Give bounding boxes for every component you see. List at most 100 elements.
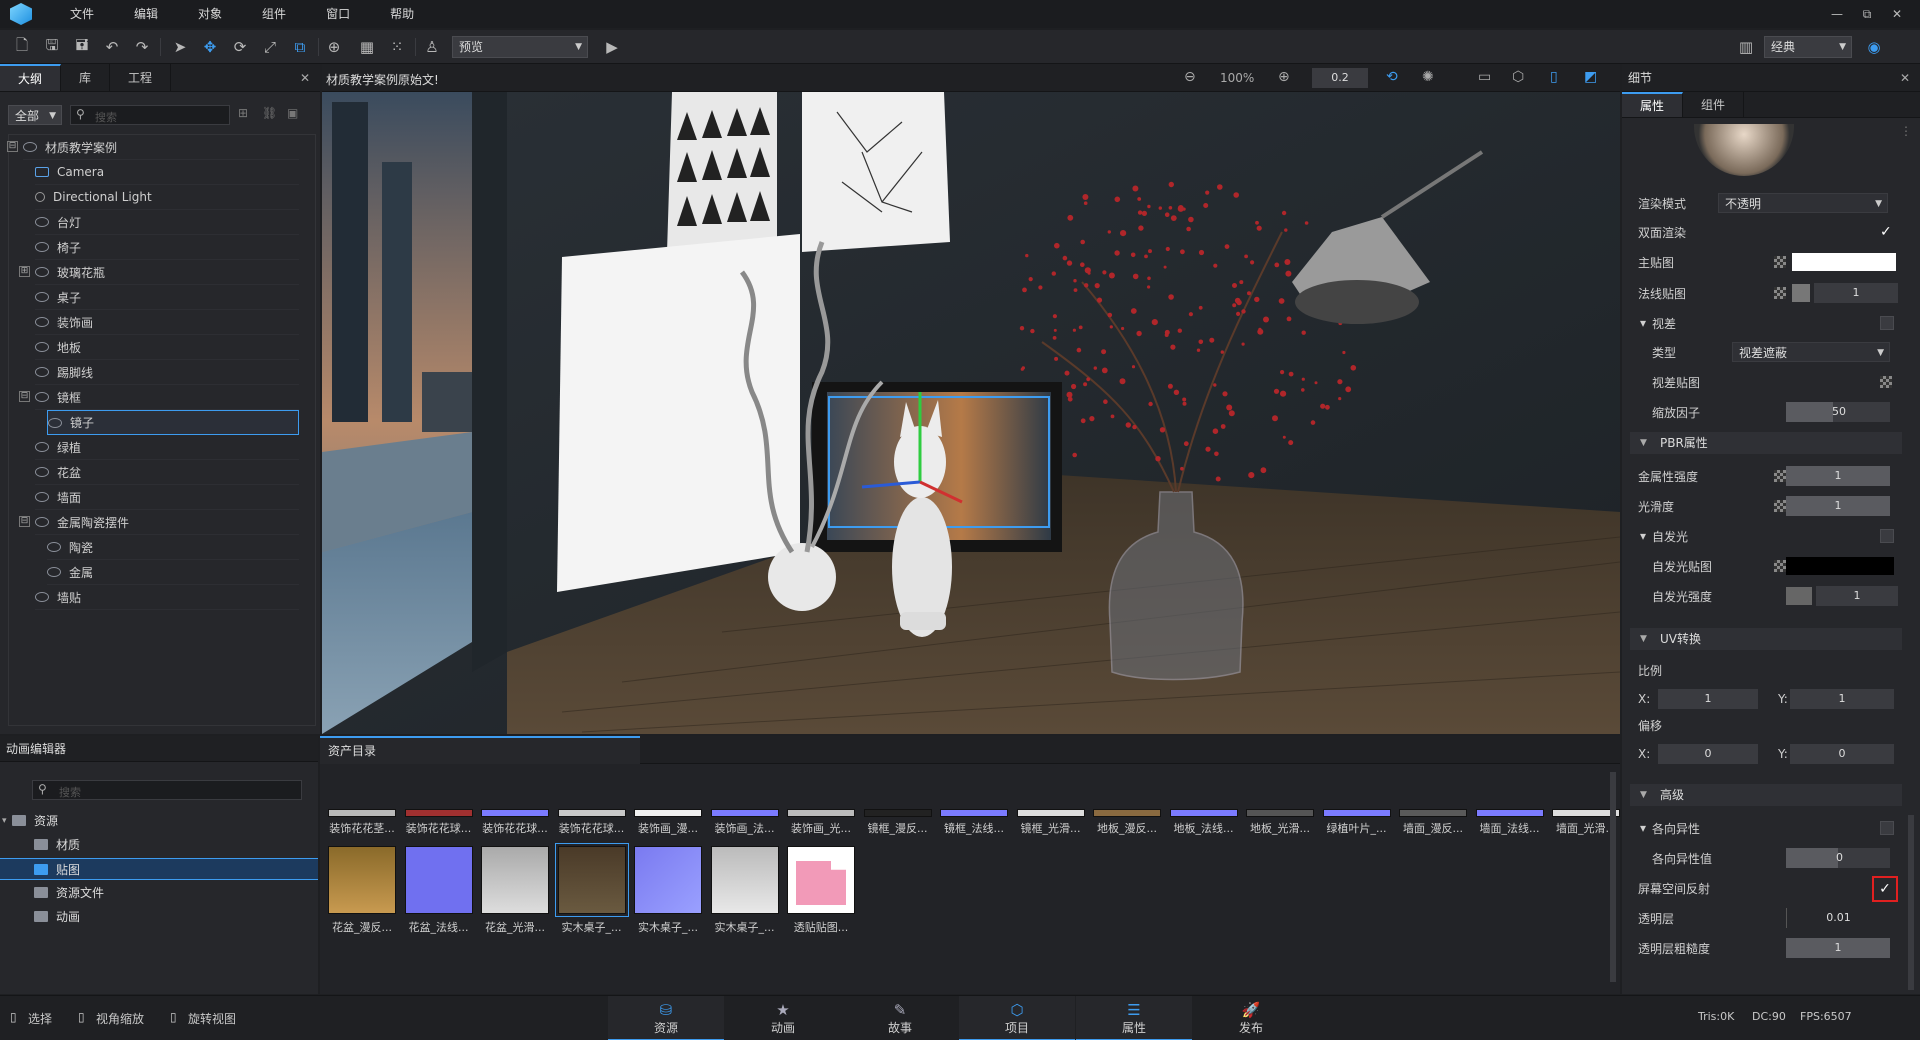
uv-scale-y-field[interactable]: 1 bbox=[1790, 689, 1894, 709]
parallax-map-picker-icon[interactable] bbox=[1880, 376, 1892, 388]
camera-sync-icon[interactable]: ⟲ bbox=[1386, 69, 1398, 85]
clearcoat-rough-slider[interactable]: 1 bbox=[1786, 938, 1890, 958]
tree-item[interactable]: 金属 bbox=[47, 560, 299, 585]
tree-item[interactable]: 镜子 bbox=[47, 410, 299, 435]
menu-object[interactable]: 对象 bbox=[178, 0, 242, 28]
asset-label[interactable]: 花盆_漫反... bbox=[325, 919, 399, 935]
close-window-button[interactable]: ✕ bbox=[1882, 0, 1912, 28]
render-mode-select[interactable]: 不透明 ▼ bbox=[1718, 193, 1888, 213]
asset-thumbnail[interactable] bbox=[554, 843, 629, 917]
tree-item[interactable]: 墙面 bbox=[35, 485, 299, 510]
tree-item[interactable]: 椅子 bbox=[35, 235, 299, 260]
normal-map-picker-icon[interactable] bbox=[1774, 287, 1786, 299]
metal-map-picker-icon[interactable] bbox=[1774, 470, 1786, 482]
asset-label[interactable]: 绿植叶片_... bbox=[1320, 820, 1394, 836]
account-icon[interactable]: ◉ bbox=[1862, 35, 1886, 59]
asset-label[interactable]: 实木桌子_... bbox=[631, 919, 705, 935]
asset-thumbnail[interactable] bbox=[710, 809, 779, 817]
expand-icon[interactable]: ▾ bbox=[1640, 316, 1646, 330]
tree-item[interactable]: Camera bbox=[35, 160, 299, 185]
tree-item[interactable]: ⊞ 玻璃花瓶 bbox=[19, 260, 299, 285]
view-zoom-icon[interactable]: ▯ bbox=[78, 1010, 85, 1024]
parallax-checkbox[interactable] bbox=[1880, 316, 1894, 330]
tree-item[interactable]: 踢脚线 bbox=[35, 360, 299, 385]
tab-resources[interactable]: ⛁ 资源 bbox=[608, 996, 724, 1040]
asset-thumbnail[interactable] bbox=[404, 846, 473, 914]
emission-strength-swatch[interactable] bbox=[1786, 587, 1812, 605]
view-zoom-label[interactable]: 视角缩放 bbox=[96, 1010, 144, 1027]
details-scrollbar[interactable] bbox=[1908, 815, 1914, 990]
outline-search-input[interactable]: ⚲ 搜索 bbox=[70, 105, 230, 125]
layout-mode-select[interactable]: 经典 ▼ bbox=[1764, 36, 1852, 58]
rotate-view-label[interactable]: 旋转视图 bbox=[188, 1010, 236, 1027]
tab-asset-catalog[interactable]: 资产目录 bbox=[320, 736, 640, 764]
asset-thumbnail[interactable] bbox=[481, 846, 549, 914]
camera-icon[interactable]: ▭ bbox=[1478, 69, 1491, 85]
menu-help[interactable]: 帮助 bbox=[370, 0, 434, 28]
main-map-color[interactable] bbox=[1792, 253, 1896, 271]
main-map-picker-icon[interactable] bbox=[1774, 256, 1786, 268]
tab-properties-bottom[interactable]: ☰ 属性 bbox=[1076, 996, 1192, 1040]
folder-item[interactable]: 动画 bbox=[0, 906, 318, 928]
asset-label[interactable]: 镜框_法线... bbox=[937, 820, 1011, 836]
collapse-icon[interactable]: ⊟ bbox=[19, 516, 30, 527]
play-icon[interactable]: ▶ bbox=[600, 35, 624, 59]
asset-thumbnail[interactable] bbox=[1399, 809, 1467, 817]
asset-label[interactable]: 镜框_漫反... bbox=[861, 820, 935, 836]
asset-label[interactable]: 装饰花花球... bbox=[402, 820, 476, 836]
collapse-icon[interactable]: ⊟ bbox=[7, 141, 18, 152]
local-global-icon[interactable]: ⊕ bbox=[322, 35, 346, 59]
asset-label[interactable]: 花盆_法线... bbox=[402, 919, 476, 935]
asset-label[interactable]: 墙面_漫反... bbox=[1396, 820, 1470, 836]
uv-scale-x-field[interactable]: 1 bbox=[1658, 689, 1758, 709]
tree-item[interactable]: ⊟ 金属陶瓷摆件 bbox=[19, 510, 299, 535]
asset-label[interactable]: 透贴贴图... bbox=[784, 919, 858, 935]
asset-thumbnail[interactable] bbox=[481, 809, 549, 817]
emission-color[interactable] bbox=[1786, 557, 1894, 575]
light-icon[interactable]: ✺ bbox=[1422, 69, 1434, 85]
save-as-icon[interactable]: 🖬 bbox=[70, 35, 94, 59]
stats-icon[interactable]: ◩ bbox=[1584, 69, 1597, 85]
tree-item[interactable]: ⊟ 镜框 bbox=[19, 385, 299, 410]
redo-icon[interactable]: ↷ bbox=[130, 35, 154, 59]
metal-slider[interactable]: 1 bbox=[1786, 466, 1890, 486]
material-menu-icon[interactable]: ⋮ bbox=[1900, 124, 1912, 138]
folder-item[interactable]: ▾ 资源 bbox=[0, 810, 318, 832]
tab-animation[interactable]: ★ 动画 bbox=[725, 996, 841, 1040]
folder-item[interactable]: 贴图 bbox=[0, 858, 318, 880]
tree-item[interactable]: ⊟ 材质教学案例 bbox=[7, 135, 299, 160]
rotate-tool-icon[interactable]: ⟳ bbox=[228, 35, 252, 59]
uv-offset-y-field[interactable]: 0 bbox=[1790, 744, 1894, 764]
menu-edit[interactable]: 编辑 bbox=[114, 0, 178, 28]
asset-thumbnail[interactable] bbox=[787, 809, 855, 817]
tab-outline[interactable]: 大纲 bbox=[0, 64, 62, 91]
folder-item[interactable]: 材质 bbox=[0, 834, 318, 856]
advanced-section-header[interactable]: 高级 bbox=[1630, 784, 1902, 806]
pbr-section-header[interactable]: PBR属性 bbox=[1630, 432, 1902, 454]
asset-label[interactable]: 实木桌子_... bbox=[708, 919, 782, 935]
emission-checkbox[interactable] bbox=[1880, 529, 1894, 543]
tree-item[interactable]: 地板 bbox=[35, 335, 299, 360]
asset-thumbnail[interactable] bbox=[940, 809, 1008, 817]
uv-section-header[interactable]: UV转换 bbox=[1630, 628, 1902, 650]
tab-project-bottom[interactable]: ⬡ 项目 bbox=[959, 996, 1075, 1040]
clearcoat-field[interactable]: 0.01 bbox=[1786, 908, 1890, 928]
asset-label[interactable]: 墙面_法线... bbox=[1473, 820, 1547, 836]
menu-component[interactable]: 组件 bbox=[242, 0, 306, 28]
tab-library[interactable]: 库 bbox=[61, 64, 111, 91]
uv-offset-x-field[interactable]: 0 bbox=[1658, 744, 1758, 764]
select-mode-icon[interactable]: ▯ bbox=[10, 1010, 17, 1024]
tab-project[interactable]: 工程 bbox=[110, 64, 172, 91]
smooth-slider[interactable]: 1 bbox=[1786, 496, 1890, 516]
asset-label[interactable]: 装饰花花茎... bbox=[325, 820, 399, 836]
undo-icon[interactable]: ↶ bbox=[100, 35, 124, 59]
layout-icon[interactable]: ▥ bbox=[1734, 35, 1758, 59]
tree-item[interactable]: 绿植 bbox=[35, 435, 299, 460]
asset-label[interactable]: 装饰花花球... bbox=[555, 820, 629, 836]
zoom-out-icon[interactable]: ⊖ bbox=[1184, 69, 1196, 85]
close-icon[interactable]: ✕ bbox=[1900, 64, 1910, 92]
link-icon[interactable]: ⛓ bbox=[262, 106, 277, 120]
parallax-type-select[interactable]: 视差遮蔽 ▼ bbox=[1732, 342, 1890, 362]
rotate-view-icon[interactable]: ▯ bbox=[170, 1010, 177, 1024]
aniso-value-slider[interactable]: 0 bbox=[1786, 848, 1890, 868]
